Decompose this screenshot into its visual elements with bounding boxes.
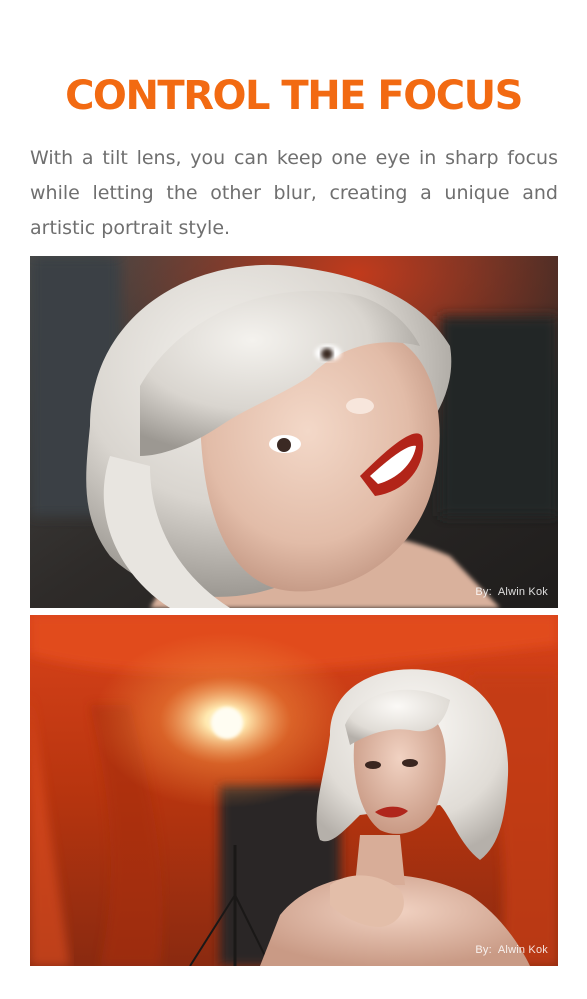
intro-paragraph: With a tilt lens, you can keep one eye i… [30,147,558,239]
photo-credit: By: Alwin Kok [475,586,548,598]
photo-credit: By: Alwin Kok [475,944,548,956]
portrait-photo-2: By: Alwin Kok [30,615,558,966]
portrait-image-2 [30,615,558,966]
portrait-photo-1: By: Alwin Kok [30,256,558,608]
portrait-image-1 [30,256,558,608]
page-title: CONTROL THE FOCUS [65,73,523,119]
